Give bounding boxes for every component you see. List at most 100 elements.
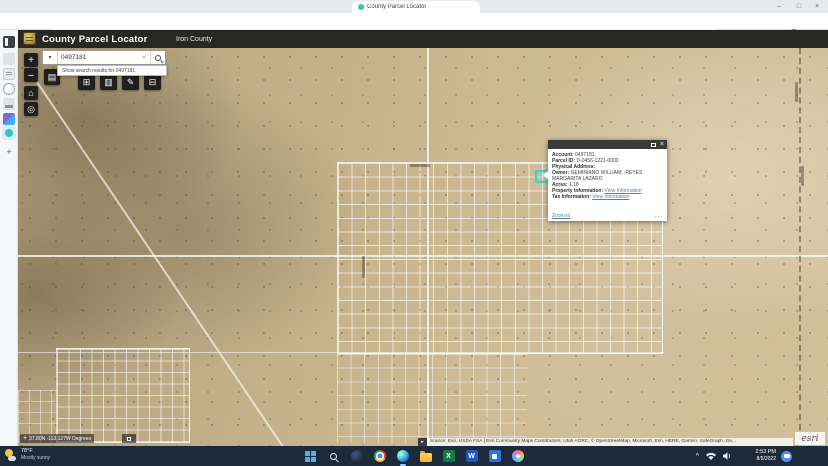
weather-widget[interactable]: 78°F Mostly sunny — [5, 448, 50, 461]
map-road-label — [410, 164, 430, 167]
tax-information-link[interactable]: View Information — [592, 194, 629, 200]
weather-condition: Mostly sunny — [21, 455, 50, 461]
paint-icon — [512, 450, 524, 462]
draw-button[interactable]: ✎ — [122, 74, 139, 90]
crosshair-icon: + — [23, 434, 27, 443]
popup-dock-icon[interactable] — [651, 143, 656, 147]
vertical-tabs-toggle-icon[interactable] — [3, 36, 15, 48]
coordinates-options-icon — [127, 437, 131, 441]
edge-button[interactable] — [396, 446, 409, 466]
road-line — [18, 255, 828, 257]
windows-logo-icon — [305, 451, 316, 462]
coordinates-widget[interactable]: + 37.80N -113.127W Degrees — [20, 434, 94, 443]
parcel-info-popup: × Account: 0497181 Parcel ID: D-0456-122… — [548, 140, 667, 221]
search-icon — [155, 55, 161, 61]
chrome-icon — [374, 450, 386, 462]
window-maximize-button[interactable]: □ — [790, 0, 808, 13]
bookmarks-button[interactable]: ▥ — [100, 74, 117, 90]
taskbar-icons: X W — [304, 446, 524, 466]
county-seal-logo — [23, 32, 36, 45]
popup-tail — [543, 171, 548, 179]
search-clear-icon[interactable]: × — [138, 51, 150, 64]
word-icon: W — [466, 450, 478, 462]
file-explorer-button[interactable] — [419, 446, 432, 466]
weather-icon — [5, 449, 17, 461]
search-source-dropdown[interactable]: ▾ — [43, 51, 58, 64]
popup-more-icon[interactable]: ... — [655, 213, 663, 219]
app-icon — [489, 450, 501, 462]
map-attribution: Source: Esri, USDA FSA | Esri Community … — [427, 438, 793, 446]
home-button[interactable]: ⌂ — [24, 86, 38, 100]
browser-tab[interactable]: County Parcel Locator — [352, 1, 480, 13]
task-view-icon — [351, 450, 363, 462]
windows-taskbar: 78°F Mostly sunny X W ^ 2:53 PM 8/5/2022 — [0, 446, 828, 466]
chrome-button[interactable] — [373, 446, 386, 466]
window-minimize-button[interactable]: – — [770, 0, 788, 13]
excel-icon: X — [443, 450, 455, 462]
popup-row: Tax Information: View Information — [552, 194, 663, 200]
road-line — [18, 352, 664, 353]
app-title: County Parcel Locator — [42, 34, 148, 45]
map-road-label — [362, 256, 365, 278]
zoom-in-button[interactable]: + — [24, 53, 38, 67]
tab-favicon-item[interactable] — [3, 98, 15, 110]
desktop-screen: County Parcel Locator – □ × ← ↻ https://… — [0, 0, 828, 466]
notification-chat-icon[interactable] — [781, 451, 792, 462]
parcel-grid — [337, 354, 527, 443]
zoom-to-link[interactable]: Zoom to — [552, 213, 570, 219]
excel-button[interactable]: X — [442, 446, 455, 466]
zoom-out-button[interactable]: – — [24, 68, 38, 82]
paint-button[interactable] — [511, 446, 524, 466]
basemap-button[interactable]: ⊞ — [78, 74, 95, 90]
edge-icon — [397, 450, 409, 462]
search-input[interactable] — [58, 51, 138, 64]
map-road-label — [801, 166, 804, 186]
popup-footer: Zoom to ... — [552, 213, 663, 219]
app-region-label: Iron County — [176, 36, 212, 43]
weather-temp: 78°F — [21, 448, 50, 455]
search-suggestion-item[interactable]: Show search results for 0497181 — [57, 65, 167, 76]
new-tab-button[interactable]: + — [3, 146, 15, 158]
search-button[interactable] — [150, 51, 165, 64]
locate-button[interactable]: ◎ — [24, 102, 38, 116]
task-view-button[interactable] — [350, 446, 363, 466]
file-explorer-icon — [420, 453, 432, 462]
start-button[interactable] — [304, 446, 317, 466]
tab-favicon-item[interactable] — [3, 68, 15, 80]
popup-row: Owner: GEMINIANO WILLIAM; ;REYES MARGARI… — [552, 170, 663, 182]
window-close-button[interactable]: × — [808, 0, 826, 13]
volume-icon[interactable] — [723, 452, 732, 460]
tray-chevron-icon[interactable]: ^ — [696, 453, 699, 460]
tab-favicon-item[interactable] — [3, 53, 15, 65]
app-button[interactable] — [488, 446, 501, 466]
browser-tab-bar: County Parcel Locator – □ × — [0, 0, 828, 13]
attribution-collapse-button[interactable]: ▸ — [418, 438, 427, 446]
coordinates-text: 37.80N -113.127W Degrees — [29, 436, 91, 442]
word-button[interactable]: W — [465, 446, 478, 466]
dashed-road-line — [799, 48, 801, 440]
tab-favicon-item[interactable] — [3, 83, 15, 95]
tab-favicon-item[interactable] — [3, 113, 15, 125]
popup-close-icon[interactable]: × — [660, 140, 664, 149]
map-road-label — [795, 82, 798, 102]
taskbar-clock[interactable]: 2:53 PM 8/5/2022 — [756, 449, 776, 462]
vertical-tabs-sidebar: + — [0, 30, 18, 446]
print-button[interactable]: ⊟ — [144, 74, 161, 90]
popup-body: Account: 0497181 Parcel ID: D-0456-1221-… — [548, 149, 667, 202]
taskbar-search-button[interactable] — [327, 446, 340, 466]
wifi-icon[interactable] — [706, 452, 716, 460]
coordinates-options-button[interactable] — [122, 434, 136, 443]
road-line — [427, 48, 429, 446]
browser-toolbar: ← ↻ https://irongis.maps.arcgis.com/apps… — [0, 13, 828, 30]
clock-time: 2:53 PM — [756, 449, 776, 456]
active-tab-item[interactable] — [2, 126, 16, 140]
map-canvas[interactable]: + – ⌂ ◎ ▤ ⊞ ▥ ✎ ⊟ ▾ × Show search result… — [18, 48, 828, 446]
popup-title-bar: × — [548, 140, 667, 149]
tab-title: County Parcel Locator — [367, 4, 426, 10]
search-widget: ▾ × — [42, 50, 166, 65]
app-header: County Parcel Locator Iron County — [18, 30, 828, 48]
esri-logo: esri — [795, 432, 825, 445]
parcel-grid — [56, 348, 190, 443]
active-tab-favicon-icon — [5, 129, 13, 137]
tab-favicon-icon — [358, 4, 364, 10]
